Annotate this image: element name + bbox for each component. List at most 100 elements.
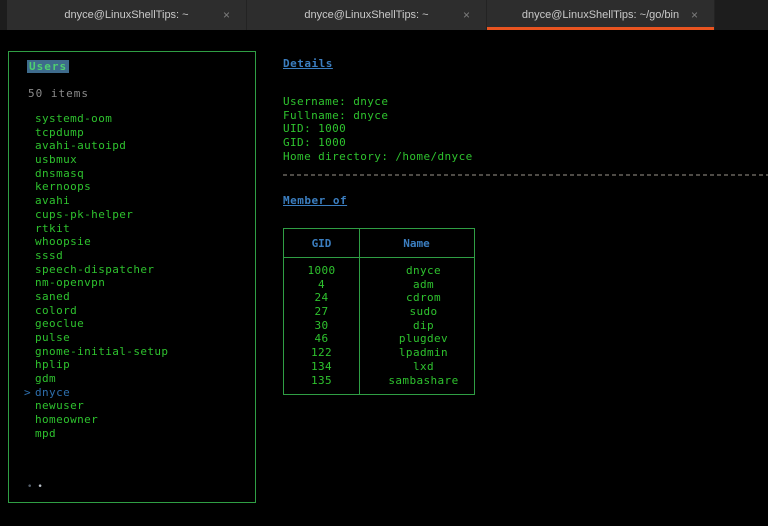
table-row: 134 lxd xyxy=(284,360,474,374)
dashed-separator xyxy=(283,174,768,176)
selected-marker xyxy=(21,304,35,318)
details-section-title: Details xyxy=(283,57,333,70)
close-icon[interactable]: × xyxy=(463,9,470,21)
selected-marker xyxy=(21,331,35,345)
cell-name: sambashare xyxy=(388,373,459,387)
cell-name: dnyce xyxy=(405,264,442,277)
selected-marker xyxy=(21,372,35,386)
user-list-item[interactable]: systemd-oom xyxy=(21,112,251,126)
cell-gid: 46 xyxy=(314,332,329,346)
table-header-row: GID Name xyxy=(284,229,474,258)
user-list-item[interactable]: gnome-initial-setup xyxy=(21,345,251,359)
username-label: rtkit xyxy=(35,221,71,235)
details-lines: Username: dnyce Fullname: dnyce UID: 1000 G… xyxy=(283,95,473,163)
pagination-dots: •• xyxy=(27,482,48,492)
username-label: nm-openvpn xyxy=(35,276,106,290)
user-list-item[interactable]: hplip xyxy=(21,358,251,372)
selected-marker xyxy=(21,249,35,263)
cell-name: dip xyxy=(412,318,435,332)
user-list-item[interactable]: usbmux xyxy=(21,153,251,167)
tab-terminal-2[interactable]: dnyce@LinuxShellTips: ~ × xyxy=(247,0,487,30)
selected-marker xyxy=(21,153,35,167)
selected-marker: > xyxy=(24,385,31,399)
cell-gid: 24 xyxy=(314,291,329,305)
user-list-item[interactable]: sssd xyxy=(21,249,251,263)
username-label: avahi xyxy=(35,194,71,208)
username-label: hplip xyxy=(35,358,71,372)
username-label: pulse xyxy=(35,331,71,344)
user-list-item[interactable]: speech-dispatcher xyxy=(21,263,251,277)
selected-marker xyxy=(21,263,35,277)
user-list-item[interactable]: homeowner xyxy=(21,413,251,427)
users-count-label: 50 items xyxy=(28,87,89,100)
username-label: speech-dispatcher xyxy=(35,262,155,276)
user-list-item[interactable]: newuser xyxy=(21,399,251,413)
user-list-item[interactable]: tcpdump xyxy=(21,126,251,140)
tab-terminal-1[interactable]: dnyce@LinuxShellTips: ~ × xyxy=(7,0,247,30)
selected-marker xyxy=(21,317,35,331)
username-label: cups-pk-helper xyxy=(35,207,134,221)
username-label: avahi-autoipd xyxy=(35,139,127,153)
tabbar-left-spacer xyxy=(0,0,7,30)
details-line: GID: 1000 xyxy=(283,136,347,150)
selected-marker xyxy=(21,139,35,153)
user-list-item[interactable]: rtkit xyxy=(21,222,251,236)
tab-terminal-3-active[interactable]: dnyce@LinuxShellTips: ~/go/bin × xyxy=(487,0,715,30)
user-list-item[interactable]: cups-pk-helper xyxy=(21,208,251,222)
username-label: sssd xyxy=(35,248,64,262)
username-label: systemd-oom xyxy=(35,112,113,125)
user-list-item[interactable]: pulse xyxy=(21,331,251,345)
user-list-item[interactable]: avahi-autoipd xyxy=(21,139,251,153)
table-row: 122 lpadmin xyxy=(284,346,474,360)
cell-name: lxd xyxy=(412,359,435,373)
cell-gid: 122 xyxy=(310,346,333,360)
selected-marker xyxy=(21,222,35,236)
member-of-table: GID Name 1000 dnyce 4 adm 24 cdrom 27 sudo 30 dip… xyxy=(283,228,475,396)
user-list-item[interactable]: nm-openvpn xyxy=(21,276,251,290)
user-list-item[interactable]: mpd xyxy=(21,427,251,441)
user-list-item[interactable]: geoclue xyxy=(21,317,251,331)
user-list-item[interactable]: whoopsie xyxy=(21,235,251,249)
username-label: whoopsie xyxy=(35,235,92,249)
username-label: homeowner xyxy=(35,413,99,427)
username-label: geoclue xyxy=(35,317,85,331)
cell-name: lpadmin xyxy=(398,346,449,360)
table-row: 135 sambashare xyxy=(284,374,474,388)
user-list-item[interactable]: kernoops xyxy=(21,180,251,194)
username-label: usbmux xyxy=(35,153,78,167)
table-row: 4 adm xyxy=(284,278,474,292)
cell-gid: 4 xyxy=(317,277,326,291)
cell-gid: 1000 xyxy=(307,264,336,277)
member-of-section-title: Member of xyxy=(283,194,348,207)
selected-marker xyxy=(21,345,35,359)
username-label: newuser xyxy=(35,399,85,413)
username-label: tcpdump xyxy=(35,125,85,139)
tab-title: dnyce@LinuxShellTips: ~ xyxy=(64,9,189,21)
user-list-item[interactable]: > dnyce xyxy=(21,386,251,400)
username-label: mpd xyxy=(35,426,57,440)
selected-marker xyxy=(21,167,35,181)
user-list-item[interactable]: dnsmasq xyxy=(21,167,251,181)
username-label: saned xyxy=(35,289,71,303)
user-list-item[interactable]: avahi xyxy=(21,194,251,208)
page-dot-icon: • xyxy=(27,482,38,492)
details-line: Home directory: /home/dnyce xyxy=(283,149,473,163)
selected-marker xyxy=(21,112,35,126)
user-list: systemd-oom tcpdump avahi-autoipd usbmux dns… xyxy=(21,112,251,441)
user-list-item[interactable]: gdm xyxy=(21,372,251,386)
terminal-window: dnyce@LinuxShellTips: ~ × dnyce@LinuxShe… xyxy=(0,0,768,526)
table-header-name: Name xyxy=(403,236,430,250)
table-row: 1000 dnyce xyxy=(284,264,474,278)
selected-marker xyxy=(21,399,35,413)
terminal-tab-bar: dnyce@LinuxShellTips: ~ × dnyce@LinuxShe… xyxy=(0,0,768,30)
cell-gid: 27 xyxy=(314,305,329,319)
username-label: dnyce xyxy=(35,385,71,399)
close-icon[interactable]: × xyxy=(691,9,698,21)
user-list-item[interactable]: saned xyxy=(21,290,251,304)
close-icon[interactable]: × xyxy=(223,9,230,21)
selected-marker xyxy=(21,276,35,290)
cell-name: cdrom xyxy=(405,291,442,305)
table-body: 1000 dnyce 4 adm 24 cdrom 27 sudo 30 dip 46 plugdev… xyxy=(284,258,474,394)
users-panel-title[interactable]: Users xyxy=(27,60,70,73)
user-list-item[interactable]: colord xyxy=(21,304,251,318)
